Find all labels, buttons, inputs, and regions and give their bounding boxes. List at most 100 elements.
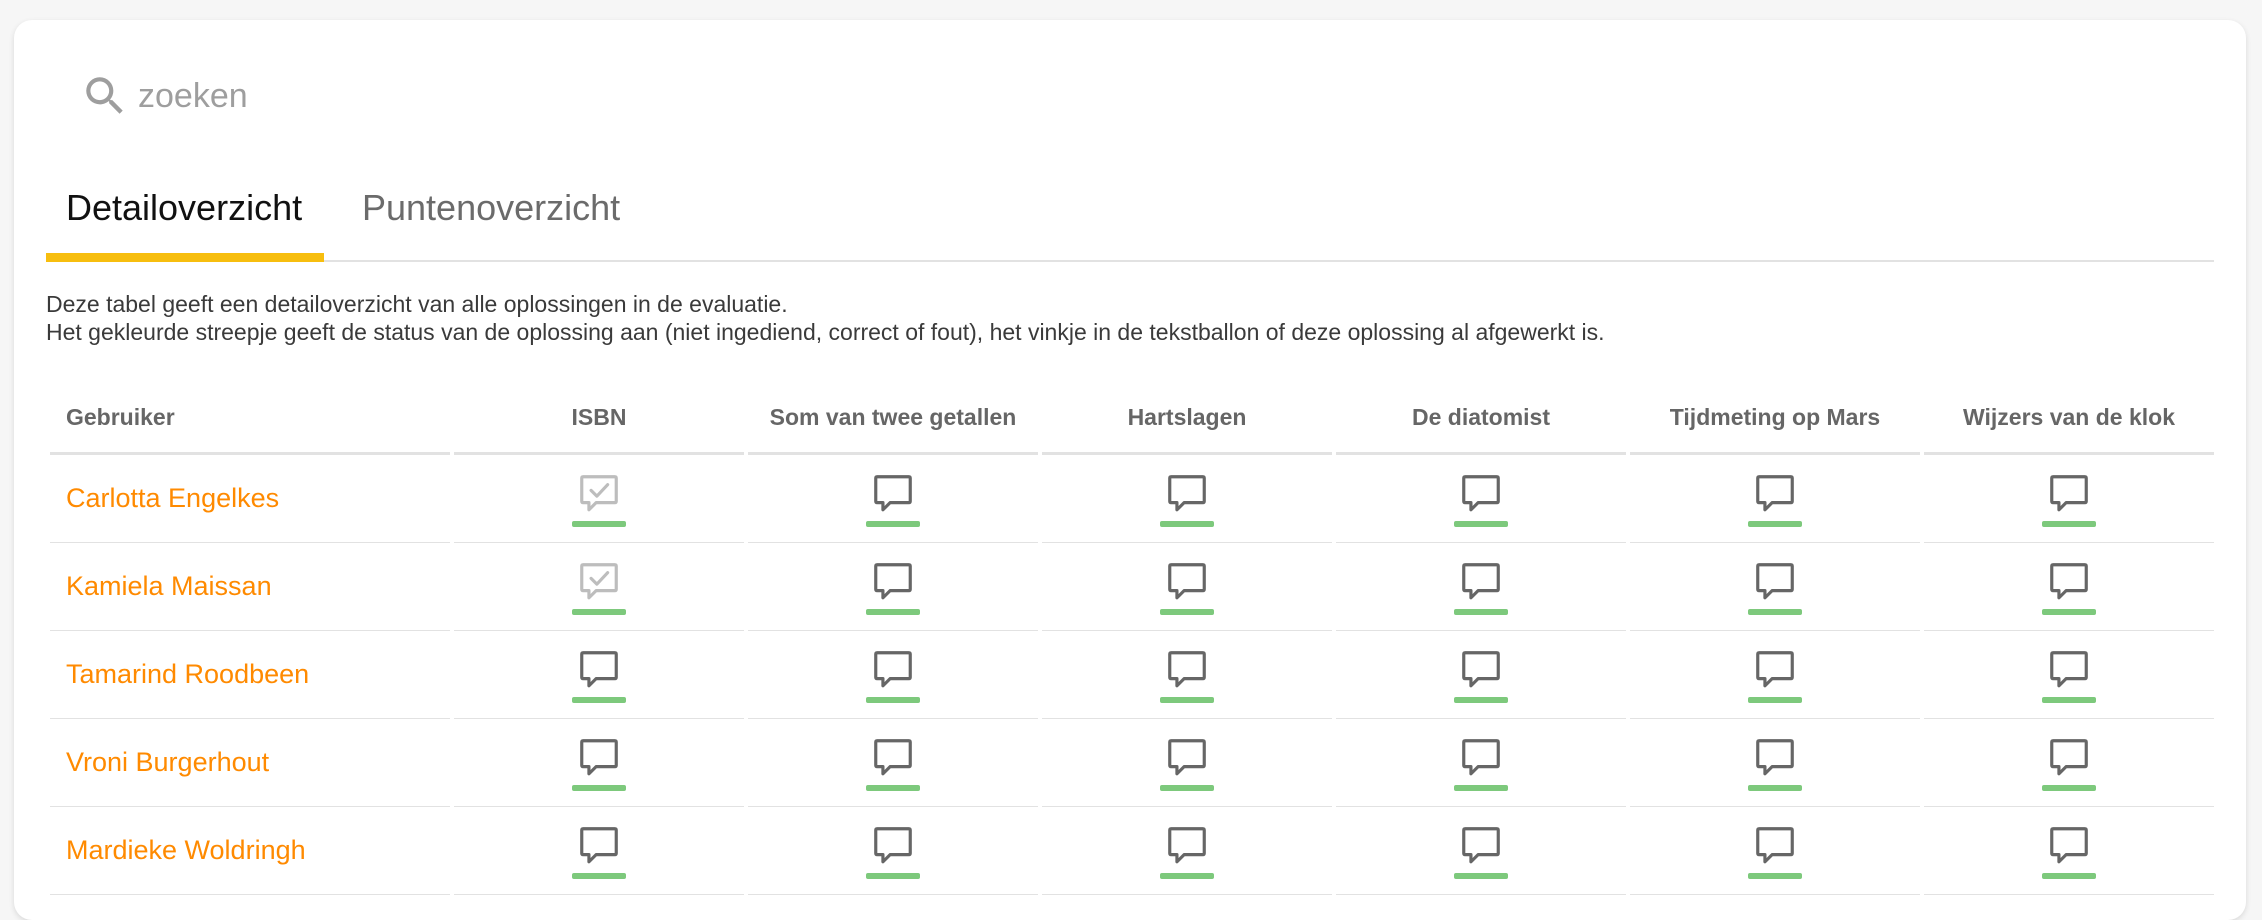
- submission-button[interactable]: [1748, 735, 1802, 791]
- speech-bubble-icon: [2050, 474, 2088, 511]
- speech-bubble-icon: [1168, 562, 1206, 599]
- table-row: Tamarind Roodbeen: [50, 631, 2214, 719]
- speech-bubble-icon: [874, 474, 912, 511]
- speech-bubble-icon: [1462, 474, 1500, 511]
- user-link[interactable]: Vroni Burgerhout: [50, 719, 450, 807]
- submission-button[interactable]: [1454, 559, 1508, 615]
- speech-bubble-icon: [1462, 650, 1500, 687]
- submission-button[interactable]: [1454, 471, 1508, 527]
- submission-button[interactable]: [866, 559, 920, 615]
- status-bar-correct: [1748, 872, 1802, 879]
- submission-cell: [748, 719, 1038, 807]
- speech-bubble-icon: [2050, 738, 2088, 775]
- submission-button[interactable]: [1160, 471, 1214, 527]
- speech-bubble-icon: [1756, 738, 1794, 775]
- user-link[interactable]: Tamarind Roodbeen: [50, 631, 450, 719]
- submission-cell: [454, 719, 744, 807]
- speech-bubble-icon: [1168, 650, 1206, 687]
- submission-button[interactable]: [2042, 823, 2096, 879]
- status-bar-correct: [1160, 520, 1214, 527]
- submission-cell: [748, 631, 1038, 719]
- speech-bubble-icon: [2050, 562, 2088, 599]
- description-line-2: Het gekleurde streepje geeft de status v…: [46, 319, 1605, 345]
- submission-button[interactable]: [572, 471, 626, 527]
- status-bar-correct: [1160, 608, 1214, 615]
- submission-button[interactable]: [2042, 735, 2096, 791]
- status-bar-correct: [1454, 520, 1508, 527]
- speech-bubble-icon: [1756, 562, 1794, 599]
- status-bar-correct: [572, 784, 626, 791]
- status-bar-correct: [572, 520, 626, 527]
- submission-cell: [454, 807, 744, 895]
- submission-cell: [454, 543, 744, 631]
- column-header-exercise: ISBN: [454, 382, 744, 455]
- submission-button[interactable]: [1160, 647, 1214, 703]
- status-bar-correct: [2042, 784, 2096, 791]
- status-bar-correct: [866, 784, 920, 791]
- speech-bubble-icon: [1462, 562, 1500, 599]
- column-header-exercise: Tijdmeting op Mars: [1630, 382, 1920, 455]
- status-bar-correct: [2042, 520, 2096, 527]
- status-bar-correct: [1748, 520, 1802, 527]
- search-icon[interactable]: [80, 71, 130, 121]
- submission-button[interactable]: [1748, 823, 1802, 879]
- submission-button[interactable]: [572, 559, 626, 615]
- submission-cell: [1042, 807, 1332, 895]
- submission-cell: [1336, 807, 1626, 895]
- column-header-exercise: Hartslagen: [1042, 382, 1332, 455]
- submission-button[interactable]: [2042, 647, 2096, 703]
- status-bar-correct: [2042, 872, 2096, 879]
- speech-bubble-icon: [1756, 826, 1794, 863]
- user-link[interactable]: Mardieke Woldringh: [50, 807, 450, 895]
- status-bar-correct: [1748, 608, 1802, 615]
- speech-bubble-icon: [580, 738, 618, 775]
- status-bar-correct: [1748, 784, 1802, 791]
- submission-cell: [1336, 631, 1626, 719]
- status-bar-correct: [1454, 872, 1508, 879]
- submission-button[interactable]: [866, 823, 920, 879]
- submission-button[interactable]: [866, 735, 920, 791]
- user-link[interactable]: Carlotta Engelkes: [50, 455, 450, 543]
- submission-button[interactable]: [866, 647, 920, 703]
- submission-button[interactable]: [2042, 559, 2096, 615]
- user-link[interactable]: Kamiela Maissan: [50, 543, 450, 631]
- submission-button[interactable]: [1454, 647, 1508, 703]
- table-row: Mardieke Woldringh: [50, 807, 2214, 895]
- speech-bubble-icon: [2050, 650, 2088, 687]
- tab-detailoverzicht[interactable]: Detailoverzicht: [46, 156, 324, 262]
- status-bar-correct: [572, 696, 626, 703]
- speech-bubble-check-icon: [580, 474, 618, 511]
- speech-bubble-icon: [2050, 826, 2088, 863]
- submission-cell: [1336, 455, 1626, 543]
- tab-puntenoverzicht[interactable]: Puntenoverzicht: [342, 156, 640, 260]
- submission-button[interactable]: [1748, 559, 1802, 615]
- status-bar-correct: [1454, 696, 1508, 703]
- status-bar-correct: [866, 696, 920, 703]
- speech-bubble-icon: [1168, 826, 1206, 863]
- search-input[interactable]: [136, 75, 740, 117]
- table-row: Vroni Burgerhout: [50, 719, 2214, 807]
- submission-button[interactable]: [572, 735, 626, 791]
- speech-bubble-icon: [1756, 650, 1794, 687]
- submission-button[interactable]: [572, 823, 626, 879]
- submission-button[interactable]: [2042, 471, 2096, 527]
- speech-bubble-icon: [874, 562, 912, 599]
- submission-button[interactable]: [1454, 735, 1508, 791]
- submission-button[interactable]: [1748, 647, 1802, 703]
- speech-bubble-icon: [1462, 738, 1500, 775]
- submission-button[interactable]: [1160, 823, 1214, 879]
- status-bar-correct: [572, 872, 626, 879]
- submission-button[interactable]: [572, 647, 626, 703]
- submission-button[interactable]: [1748, 471, 1802, 527]
- speech-bubble-icon: [874, 738, 912, 775]
- speech-bubble-icon: [580, 826, 618, 863]
- speech-bubble-icon: [1756, 474, 1794, 511]
- table-row: Kamiela Maissan: [50, 543, 2214, 631]
- submission-button[interactable]: [866, 471, 920, 527]
- speech-bubble-icon: [874, 826, 912, 863]
- submission-button[interactable]: [1454, 823, 1508, 879]
- speech-bubble-check-icon: [580, 562, 618, 599]
- submission-button[interactable]: [1160, 559, 1214, 615]
- submission-cell: [1042, 455, 1332, 543]
- submission-button[interactable]: [1160, 735, 1214, 791]
